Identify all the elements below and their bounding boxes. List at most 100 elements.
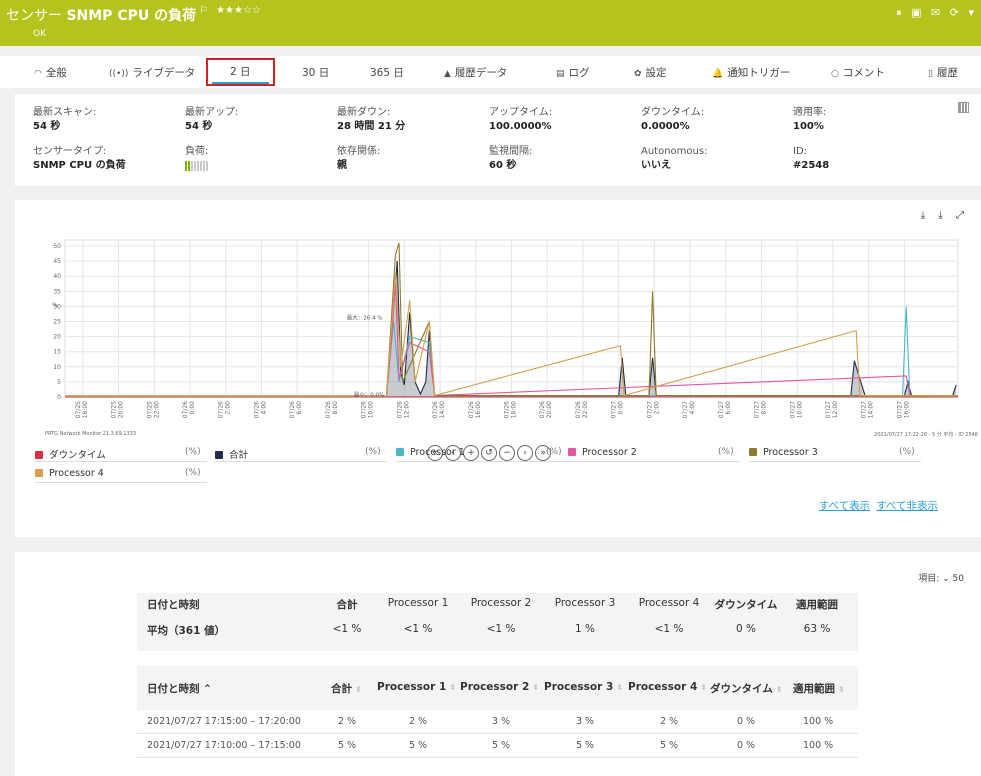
legend-item[interactable]: Processor 3 (%) [749, 447, 921, 462]
info-key: アップタイム: [489, 107, 553, 118]
legend-unit: (%) [718, 447, 734, 457]
x-tick-label: 07/27 8:00 [754, 401, 768, 418]
x-tick-text: 22:00 [582, 401, 589, 418]
header-total[interactable]: 合計 ⬍ [331, 681, 362, 696]
tab-label: 2 日 [212, 63, 269, 84]
tab-settings[interactable]: ✿ 設定 [634, 56, 667, 88]
x-tick-text: 14:00 [868, 401, 875, 418]
overview-icon: ◠ [34, 69, 42, 79]
info-value: 100% [793, 121, 824, 132]
y-tick-label: 15 [53, 349, 61, 356]
legend-label: Processor 2 [582, 447, 637, 458]
items-per-page-select[interactable]: 項目: ⌄ 50 [918, 571, 964, 584]
average-table: 日付と時刻 合計 Processor 1 Processor 2 Process… [137, 593, 858, 651]
tab-live-data[interactable]: ((•)) ライブデータ [109, 56, 195, 88]
tab-label: ライブデータ [132, 67, 196, 79]
header-label: 合計 [331, 683, 352, 695]
avg-processor-1: <1 % [403, 623, 433, 635]
x-tick-text: 07/26 [539, 401, 546, 418]
avg-label: 平均（361 値） [147, 625, 226, 637]
tab-history[interactable]: ▯ 履歴 [928, 56, 958, 88]
chart-footer-left: PRTG Network Monitor 21.3.69.1333 [45, 431, 137, 437]
table-row[interactable]: 2021/07/27 17:10:00 – 17:15:00 5 % 5 % 5… [137, 734, 858, 758]
checkbox-icon[interactable] [35, 451, 43, 459]
flag-icon[interactable]: ⚐ [199, 5, 208, 16]
gear-icon: ✿ [634, 69, 642, 79]
tab-overview[interactable]: ◠ 全般 [34, 56, 67, 88]
x-tick-label: 07/27 0:00 [611, 401, 625, 418]
legend-item[interactable]: Processor 2 (%) [568, 447, 740, 462]
sort-icon: ⬍ [355, 685, 362, 694]
history-table: 日付と時刻 ⌃ 合計 ⬍ Processor 1 ⬍ Processor 2 ⬍ Pr… [137, 666, 858, 776]
load-bar-segment [194, 161, 196, 171]
cell-total: 2 % [337, 716, 357, 727]
avg-processor-2: <1 % [486, 623, 516, 635]
legend-item[interactable]: Processor 4 (%) [35, 468, 207, 483]
header-processor-1[interactable]: Processor 1 ⬍ [377, 681, 456, 693]
legend-label: Processor 3 [763, 447, 818, 458]
header-label: Processor 1 [377, 681, 447, 693]
y-axis-unit: % [52, 302, 58, 309]
cpu-load-chart[interactable]: 0510152025303540455007/25 18:00 07/25 20:00… [15, 200, 981, 440]
tab-comments[interactable]: ○ コメント [831, 56, 885, 88]
legend-item[interactable]: Processor 1 (%) [396, 447, 568, 462]
x-tick-text: 07/27 [718, 401, 725, 418]
info-uptime: アップタイム: 100.0000% [489, 106, 552, 134]
header-processor-3[interactable]: Processor 3 ⬍ [544, 681, 623, 693]
qr-code-icon[interactable] [958, 102, 969, 113]
load-bar-segment [203, 161, 205, 171]
tab-notification-triggers[interactable]: 🔔 通知トリガー [712, 56, 790, 88]
header-action-icons[interactable]: ⏸ ▣ ✉ ⟳ ▾ [896, 6, 977, 20]
header-label: Processor 2 [460, 681, 530, 693]
info-coverage: 適用率: 100% [793, 106, 826, 134]
header-processor-2[interactable]: Processor 2 ⬍ [460, 681, 539, 693]
status-badge: OK [33, 29, 46, 39]
chart-footer-right: 2021/07/27 17:22:26 - 5 分 平均 - ID 2548 [874, 432, 978, 438]
x-tick-text: 10:00 [368, 401, 375, 418]
load-level-bar [185, 161, 209, 176]
checkbox-icon[interactable] [35, 469, 43, 477]
sort-icon: ⬍ [616, 683, 623, 692]
tab-30-days[interactable]: 30 日 [302, 56, 329, 88]
x-tick-text: 16:00 [475, 401, 482, 418]
header-label: Processor 3 [544, 681, 614, 693]
load-bar-segment [197, 161, 199, 171]
priority-stars[interactable]: ★★★☆☆ [216, 5, 261, 16]
show-all-link[interactable]: すべて表示 [819, 500, 870, 512]
checkbox-icon[interactable] [215, 451, 223, 459]
tab-log[interactable]: ▤ ログ [556, 56, 590, 88]
header-label: 適用範囲 [793, 683, 835, 695]
legend-item[interactable]: ダウンタイム (%) [35, 447, 207, 462]
table-row[interactable]: 2021/07/27 17:15:00 – 17:20:00 2 % 2 % 3… [137, 710, 858, 734]
tab-label: 365 日 [370, 67, 404, 79]
header-datetime[interactable]: 日付と時刻 ⌃ [147, 681, 212, 696]
tab-365-days[interactable]: 365 日 [370, 56, 404, 88]
x-tick-label: 07/25 22:00 [146, 401, 160, 418]
avg-downtime: 0 % [736, 623, 756, 635]
x-tick-text: 07/27 [646, 401, 653, 418]
checkbox-icon[interactable] [749, 448, 757, 456]
checkbox-icon[interactable] [568, 448, 576, 456]
x-tick-text: 6:00 [296, 401, 303, 415]
sort-icon: ⬍ [838, 685, 845, 694]
info-value: 親 [337, 160, 347, 171]
hide-all-link[interactable]: すべて非表示 [876, 500, 938, 512]
x-tick-label: 07/27 16:00 [896, 401, 910, 418]
info-key: 最新アップ: [185, 107, 239, 118]
header-downtime[interactable]: ダウンタイム ⬍ [710, 681, 783, 696]
x-tick-label: 07/26 8:00 [325, 401, 339, 418]
legend-item[interactable]: 合計 (%) [215, 447, 387, 462]
avg-header-total: 合計 [336, 599, 358, 611]
data-table-panel: 項目: ⌄ 50 日付と時刻 合計 Processor 1 Processor … [15, 552, 981, 776]
header-processor-4[interactable]: Processor 4 ⬍ [628, 681, 707, 693]
info-key: 最新スキャン: [33, 107, 97, 118]
x-tick-label: 07/27 6:00 [718, 401, 732, 418]
avg-header-downtime: ダウンタイム [714, 599, 778, 611]
tab-2-days[interactable]: 2 日 [206, 58, 275, 86]
header-coverage[interactable]: 適用範囲 ⬍ [793, 681, 845, 696]
info-dependency: 依存関係: 親 [337, 145, 380, 173]
checkbox-icon[interactable] [396, 448, 404, 456]
tab-historic-data[interactable]: ▲ 履歴データ [444, 56, 507, 88]
info-value: 0.0000% [641, 121, 690, 132]
cell-processor-4: 2 % [659, 716, 679, 727]
